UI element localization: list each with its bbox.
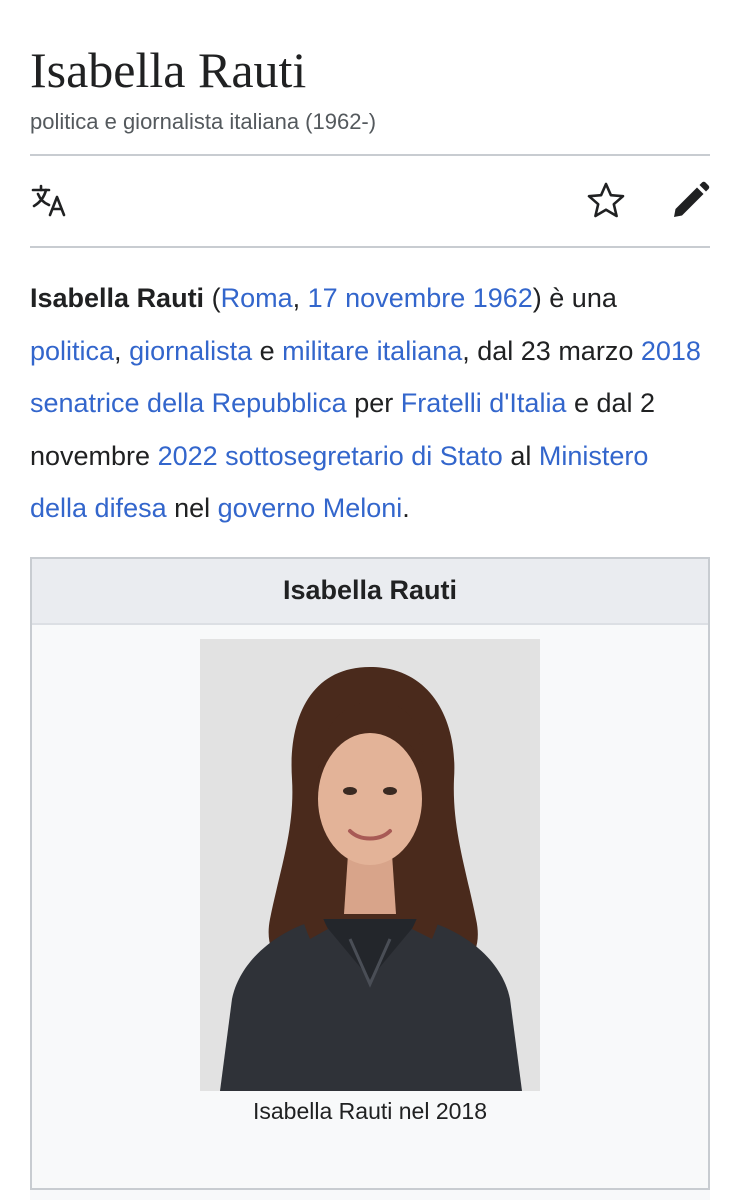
star-icon[interactable]: [586, 181, 626, 221]
article-toolbar: [30, 156, 710, 246]
toolbar-divider: [30, 246, 710, 248]
language-icon[interactable]: [30, 181, 70, 221]
photo-caption: Isabella Rauti nel 2018: [253, 1097, 487, 1124]
article-page: Isabella Rauti politica e giornalista it…: [0, 0, 740, 1200]
infobox-title: Isabella Rauti: [32, 558, 708, 625]
intro-text: .: [402, 493, 410, 523]
portrait-photo[interactable]: [200, 638, 540, 1091]
infobox: Isabella Rauti Isabella Rauti nel 2018: [30, 556, 710, 1197]
page-title: Isabella Rauti: [30, 42, 307, 98]
intro-text: per: [346, 388, 401, 418]
intro-text: (: [204, 283, 221, 313]
link-sottosegretario[interactable]: 2022 sottosegretario di Stato: [158, 441, 503, 471]
intro-text: al: [502, 440, 539, 471]
intro-text: ,: [114, 335, 130, 366]
link-birth-date[interactable]: 17 novembre 1962: [308, 283, 533, 313]
link-fratelli-ditalia[interactable]: Fratelli d'Italia: [401, 388, 567, 418]
intro-text: ,: [292, 283, 308, 313]
link-roma[interactable]: Roma: [221, 283, 293, 313]
link-militare-italiana[interactable]: militare italiana: [282, 336, 462, 366]
toolbar-actions: [586, 181, 710, 221]
pencil-icon[interactable]: [670, 181, 710, 221]
intro-paragraph: Isabella Rauti (Roma, 17 novembre 1962) …: [30, 272, 710, 535]
page-subtitle: politica e giornalista italiana (1962-): [30, 109, 377, 134]
intro-text: nel: [166, 493, 218, 523]
infobox-body: Isabella Rauti nel 2018: [32, 625, 708, 1125]
link-politica[interactable]: politica: [30, 336, 114, 366]
intro-text: , dal 23 marzo: [462, 335, 641, 366]
link-giornalista[interactable]: giornalista: [129, 336, 252, 366]
infobox-next-row: [30, 1188, 710, 1200]
intro-text: ) è una: [532, 283, 617, 313]
intro-text: e: [252, 335, 283, 366]
subject-name: Isabella Rauti: [30, 283, 205, 313]
link-governo-meloni[interactable]: governo Meloni: [218, 493, 403, 523]
